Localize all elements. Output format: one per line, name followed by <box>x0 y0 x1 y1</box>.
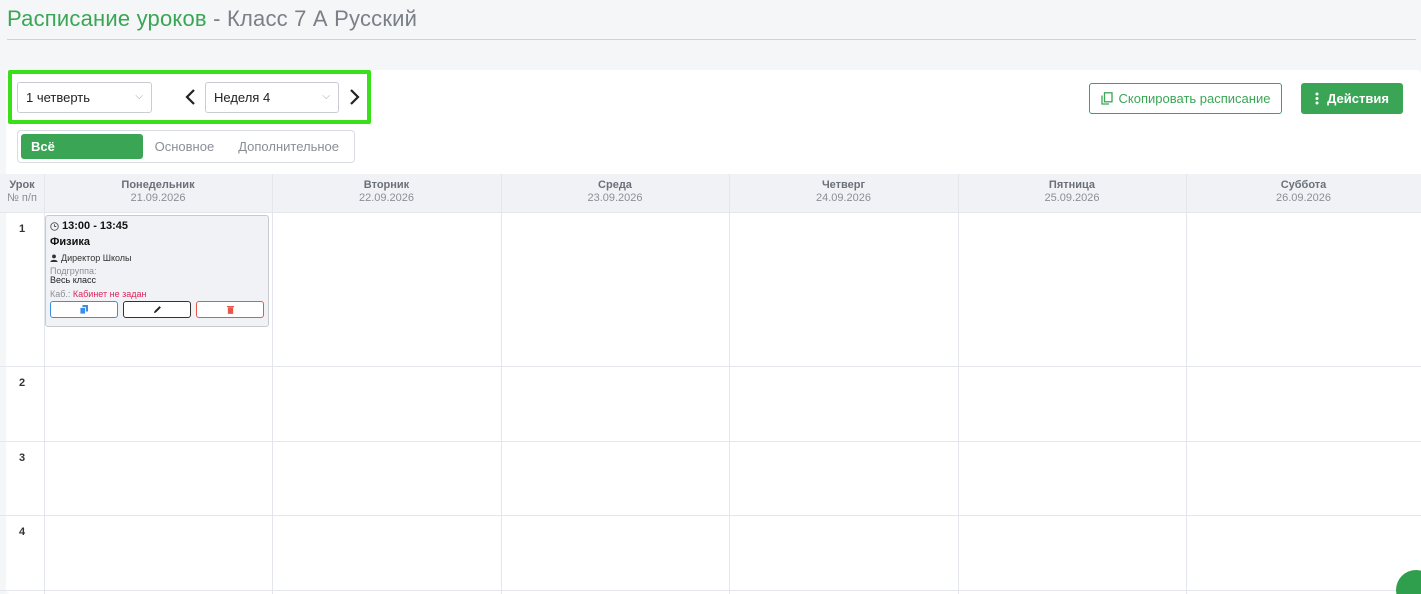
trash-icon <box>226 306 234 314</box>
day-header-saturday: Суббота 26.09.2026 <box>1186 174 1421 212</box>
copy-schedule-label: Скопировать расписание <box>1118 91 1271 106</box>
more-vertical-icon <box>1315 92 1319 105</box>
lesson-number-header: Урок № п/п <box>0 174 44 212</box>
day-name: Пятница <box>1048 179 1096 191</box>
day-date: 26.09.2026 <box>1275 192 1332 204</box>
lesson-cabinet-label: Каб.: <box>50 289 73 299</box>
day-header-tuesday: Вторник 22.09.2026 <box>272 174 501 212</box>
grid-divider <box>272 174 273 594</box>
lesson-cabinet-value: Кабинет не задан <box>72 289 147 299</box>
day-header-wednesday: Среда 23.09.2026 <box>501 174 729 212</box>
day-date: 23.09.2026 <box>587 192 643 204</box>
lesson-time: 13:00 - 13:45 <box>50 220 264 232</box>
selector-highlight <box>8 70 371 124</box>
lesson-col-title: Урок <box>9 179 35 191</box>
row-number: 4 <box>18 526 26 538</box>
copy-icon <box>80 305 88 314</box>
pencil-icon <box>153 306 161 314</box>
lesson-actions <box>50 301 264 318</box>
day-header-thursday: Четверг 24.09.2026 <box>729 174 958 212</box>
page-title: Расписание уроков - Класс 7 А Русский <box>7 6 417 32</box>
copy-icon <box>1100 92 1113 105</box>
day-date: 21.09.2026 <box>130 192 186 204</box>
lesson-card[interactable]: 13:00 - 13:45 Физика Директор Школы Подг… <box>45 215 269 327</box>
day-header-monday: Понедельник 21.09.2026 <box>44 174 272 212</box>
grid-divider <box>0 590 1421 591</box>
day-date: 22.09.2026 <box>358 192 415 204</box>
grid-divider <box>0 441 1421 442</box>
day-name: Четверг <box>821 179 866 191</box>
grid-divider <box>729 174 730 594</box>
schedule-type-tabs: Всё расписание Основное Дополнительное <box>17 130 355 179</box>
day-date: 25.09.2026 <box>1044 192 1100 204</box>
tab-all-schedule[interactable]: Всё расписание <box>21 134 143 179</box>
clock-icon <box>50 221 59 231</box>
page-title-subject: Расписание уроков <box>7 6 207 31</box>
day-header-friday: Пятница 25.09.2026 <box>958 174 1186 212</box>
actions-label: Действия <box>1327 91 1389 106</box>
grid-divider <box>1186 174 1187 594</box>
day-date: 24.09.2026 <box>815 192 872 204</box>
title-divider <box>7 39 1416 40</box>
row-number: 3 <box>18 452 26 464</box>
lesson-teacher-name: Директор Школы <box>61 253 132 263</box>
lesson-col-subtitle: № п/п <box>7 192 37 204</box>
grid-divider <box>0 366 1421 367</box>
lesson-subgroup-value: Весь класс <box>50 275 96 285</box>
lesson-time-text: 13:00 - 13:45 <box>62 220 129 232</box>
user-icon <box>50 254 58 262</box>
lesson-cabinet: Каб.: Кабинет не задан <box>50 289 264 299</box>
tab-main[interactable]: Основное <box>143 134 227 159</box>
edit-lesson-button[interactable] <box>123 301 191 318</box>
lesson-subject: Физика <box>50 236 91 248</box>
row-number: 1 <box>18 223 26 235</box>
delete-lesson-button[interactable] <box>196 301 264 318</box>
copy-schedule-button[interactable]: Скопировать расписание <box>1089 83 1282 114</box>
grid-divider <box>0 212 1421 213</box>
day-name: Понедельник <box>121 179 195 191</box>
day-name: Вторник <box>363 179 410 191</box>
day-name: Среда <box>598 179 632 191</box>
tab-additional[interactable]: Дополнительное <box>226 134 351 159</box>
row-number: 2 <box>18 377 26 389</box>
grid-divider <box>501 174 502 594</box>
actions-button[interactable]: Действия <box>1301 83 1403 114</box>
day-name: Суббота <box>1280 179 1327 191</box>
lesson-teacher: Директор Школы <box>50 253 264 263</box>
copy-lesson-button[interactable] <box>50 301 118 318</box>
page-title-class: - Класс 7 А Русский <box>206 6 418 31</box>
grid-divider <box>0 515 1421 516</box>
grid-divider <box>958 174 959 594</box>
